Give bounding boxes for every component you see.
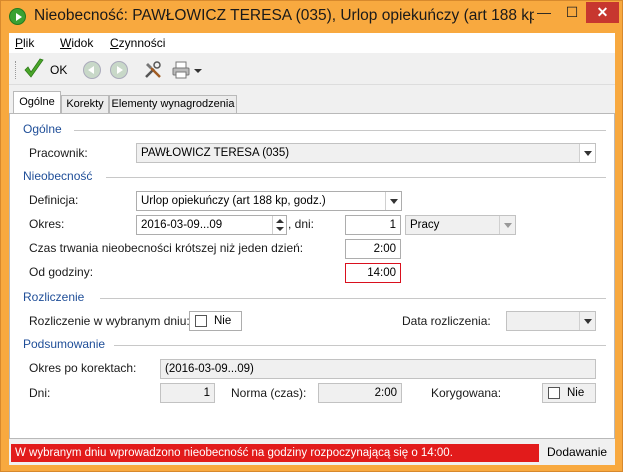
divider — [74, 130, 606, 131]
client-area: Plik Widok Czynności OK Ogólne Korekty E… — [9, 33, 615, 465]
definition-value: Urlop opiekuńczy (art 188 kp, godz.) — [141, 195, 326, 207]
settle-in-day-label: Rozliczenie w wybranym dniu: — [29, 314, 190, 328]
employee-value: PAWŁOWICZ TERESA (035) — [141, 147, 290, 159]
duration-label: Czas trwania nieobecności krótszej niż j… — [29, 241, 304, 255]
minimize-button[interactable]: — — [531, 2, 557, 23]
status-bar: W wybranym dniu wprowadzono nieobecność … — [9, 443, 615, 463]
settlement-date-select[interactable] — [506, 311, 596, 331]
norm-label: Norma (czas): — [231, 386, 307, 400]
employee-label: Pracownik: — [29, 146, 88, 160]
tab-korekty[interactable]: Korekty — [61, 95, 109, 113]
window-title: Nieobecność: PAWŁOWICZ TERESA (035), Url… — [34, 7, 534, 24]
tab-strip: Ogólne Korekty Elementy wynagrodzenia — [9, 91, 615, 113]
period-input[interactable]: 2016-03-09...09 — [136, 215, 287, 235]
corrected-value: Nie — [567, 387, 585, 399]
settlement-date-label: Data rozliczenia: — [402, 314, 491, 328]
period-value: 2016-03-09...09 — [141, 219, 223, 231]
days-input[interactable]: 1 — [345, 215, 401, 235]
app-icon — [9, 8, 26, 25]
status-mode: Dodawanie — [547, 445, 608, 459]
day-type-select[interactable]: Pracy — [405, 215, 516, 235]
window: Nieobecność: PAWŁOWICZ TERESA (035), Url… — [0, 0, 623, 472]
back-icon[interactable] — [83, 61, 101, 79]
corrected-period-field: (2016-03-09...09) — [160, 359, 596, 379]
from-hour-input[interactable]: 14:00 — [345, 263, 401, 283]
forward-icon[interactable] — [110, 61, 128, 79]
chevron-down-icon[interactable] — [385, 192, 401, 210]
tools-icon[interactable] — [144, 61, 162, 79]
divider — [100, 298, 606, 299]
toolbar-grip — [15, 61, 17, 79]
chevron-down-icon[interactable] — [579, 312, 595, 330]
title-bar[interactable]: Nieobecność: PAWŁOWICZ TERESA (035), Url… — [1, 1, 622, 33]
status-message: W wybranym dniu wprowadzono nieobecność … — [11, 444, 539, 462]
norm-field: 2:00 — [318, 383, 402, 403]
chevron-down-icon[interactable] — [499, 216, 515, 234]
period-label: Okres: — [29, 217, 65, 231]
maximize-button[interactable]: ☐ — [559, 2, 585, 23]
days-label: , dni: — [288, 217, 315, 231]
summary-days-label: Dni: — [29, 386, 51, 400]
period-spinner[interactable] — [272, 216, 286, 234]
from-hour-label: Od godziny: — [29, 265, 94, 279]
menu-widok[interactable]: Widok — [60, 36, 93, 50]
employee-select[interactable]: PAWŁOWICZ TERESA (035) — [136, 143, 596, 163]
divider — [106, 177, 606, 178]
ok-button[interactable]: OK — [22, 58, 70, 82]
divider — [114, 345, 606, 346]
corrected-period-label: Okres po korektach: — [29, 361, 137, 375]
section-absence: Nieobecność — [23, 169, 93, 183]
printer-icon[interactable] — [172, 61, 190, 79]
settle-in-day-checkbox[interactable]: Nie — [189, 311, 242, 331]
close-button[interactable]: ✕ — [586, 2, 619, 23]
ok-label: OK — [50, 63, 68, 77]
summary-days-field: 1 — [160, 383, 215, 403]
settle-in-day-value: Nie — [214, 315, 232, 327]
day-type-value: Pracy — [410, 219, 440, 231]
tab-elementy-wynagrodzenia[interactable]: Elementy wynagrodzenia — [109, 95, 237, 113]
duration-input[interactable]: 2:00 — [345, 239, 401, 259]
section-general: Ogólne — [23, 122, 62, 136]
menu-czynnosci[interactable]: Czynności — [110, 36, 165, 50]
checkbox-box — [195, 315, 207, 327]
menu-plik[interactable]: Plik — [15, 36, 34, 50]
check-icon — [24, 58, 44, 78]
definition-label: Definicja: — [29, 193, 79, 207]
tab-ogolne[interactable]: Ogólne — [13, 91, 61, 113]
checkbox-box — [548, 387, 560, 399]
section-summary: Podsumowanie — [23, 337, 106, 351]
menu-bar: Plik Widok Czynności — [9, 33, 615, 53]
section-settlement: Rozliczenie — [23, 290, 85, 304]
corrected-checkbox: Nie — [542, 383, 596, 403]
tab-panel: Ogólne Pracownik: PAWŁOWICZ TERESA (035)… — [9, 113, 615, 439]
corrected-label: Korygowana: — [431, 386, 502, 400]
chevron-down-icon[interactable] — [193, 61, 203, 79]
chevron-down-icon[interactable] — [579, 144, 595, 162]
definition-select[interactable]: Urlop opiekuńczy (art 188 kp, godz.) — [136, 191, 402, 211]
toolbar: OK — [9, 55, 615, 85]
